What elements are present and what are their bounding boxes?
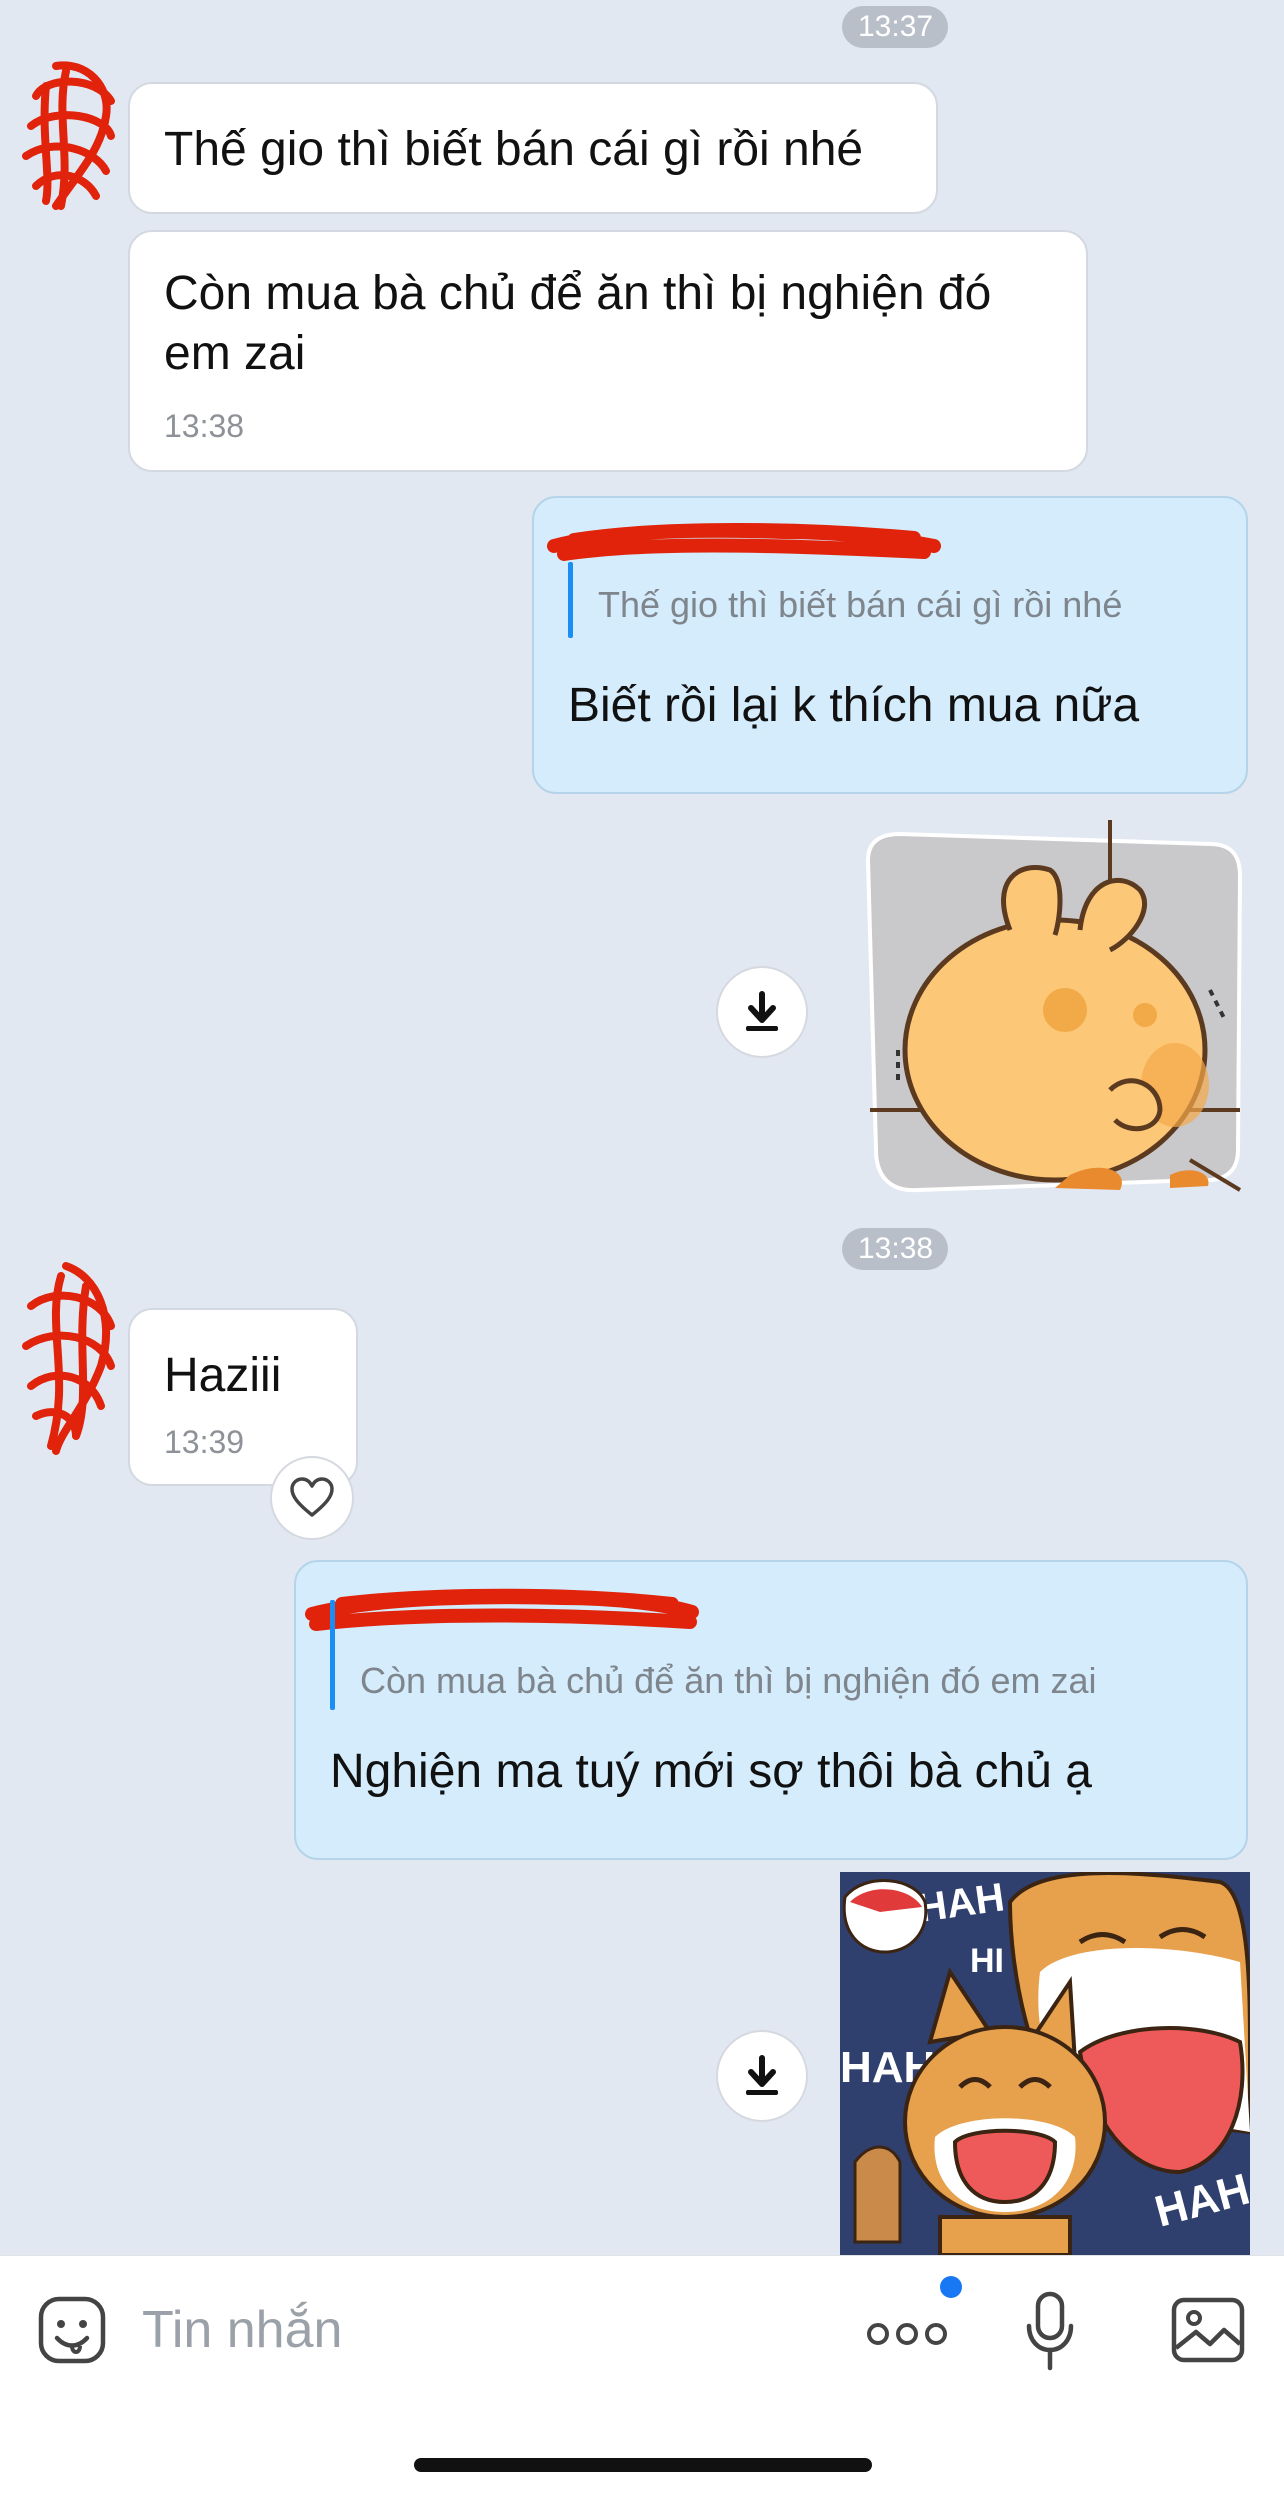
message-text: Haziii xyxy=(164,1349,282,1402)
timestamp-label: 13:38 xyxy=(858,1232,934,1265)
message-text-line: em zai xyxy=(164,327,306,380)
message-bubble-incoming[interactable]: Còn mua bà chủ để ăn thì bị nghiện đó em… xyxy=(128,230,1088,472)
message-text: Nghiện ma tuý mới sợ thôi bà chủ ạ xyxy=(330,1745,1092,1798)
sticker-image[interactable]: HAH HI HAHA HAH xyxy=(840,1872,1250,2255)
download-icon xyxy=(746,2055,778,2095)
message-input[interactable]: Tin nhắn xyxy=(142,2300,342,2360)
download-sticker-button[interactable] xyxy=(716,966,808,1058)
download-sticker-button[interactable] xyxy=(716,2030,808,2122)
quote-bar xyxy=(330,1600,335,1710)
avatar[interactable] xyxy=(16,56,126,216)
react-heart-button[interactable] xyxy=(270,1456,354,1540)
timestamp-divider: 13:38 xyxy=(842,1228,948,1270)
message-time: 13:38 xyxy=(164,408,245,444)
message-text: Biết rồi lại k thích mua nữa xyxy=(568,679,1140,732)
microphone-icon[interactable] xyxy=(1024,2290,1076,2372)
more-icon[interactable] xyxy=(866,2314,948,2348)
image-icon[interactable] xyxy=(1170,2296,1246,2364)
message-time: 13:39 xyxy=(164,1424,245,1460)
sticker-image[interactable] xyxy=(840,820,1250,1200)
heart-icon xyxy=(290,1477,334,1517)
message-bubble-incoming[interactable]: Thế gio thì biết bán cái gì rồi nhé xyxy=(128,82,938,214)
quote-bar xyxy=(568,562,573,638)
message-text: Thế gio thì biết bán cái gì rồi nhé xyxy=(164,123,864,176)
redacted-name xyxy=(305,1588,699,1631)
redacted-name xyxy=(547,523,941,561)
timestamp-label: 13:37 xyxy=(858,10,934,43)
home-indicator[interactable] xyxy=(414,2458,872,2472)
message-text-line: Còn mua bà chủ để ăn thì bị nghiện đó xyxy=(164,267,992,320)
notification-dot xyxy=(940,2276,962,2298)
sticker-word: HI xyxy=(970,1942,1004,1980)
quoted-message-text: Thế gio thì biết bán cái gì rồi nhé xyxy=(598,584,1123,625)
quoted-message-text: Còn mua bà chủ để ăn thì bị nghiện đó em… xyxy=(360,1660,1097,1701)
message-bubble-outgoing[interactable]: Thế gio thì biết bán cái gì rồi nhé Biết… xyxy=(532,496,1248,794)
emoji-icon[interactable] xyxy=(36,2294,108,2366)
message-bubble-outgoing[interactable]: Còn mua bà chủ để ăn thì bị nghiện đó em… xyxy=(294,1560,1248,1860)
avatar[interactable] xyxy=(16,1256,126,1456)
download-icon xyxy=(746,991,778,1031)
timestamp-divider: 13:37 xyxy=(842,6,948,48)
